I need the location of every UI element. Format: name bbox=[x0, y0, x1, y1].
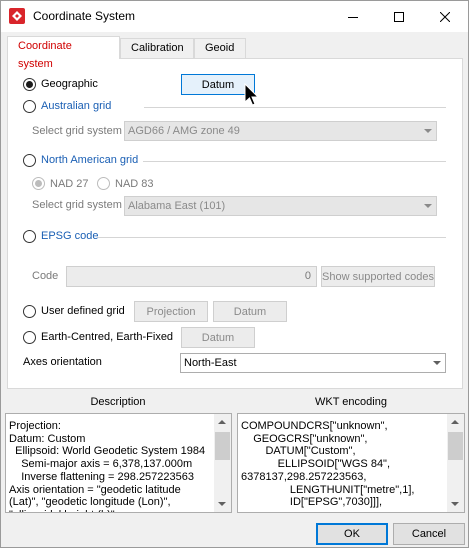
ecef-label: Earth-Centred, Earth-Fixed bbox=[41, 331, 174, 343]
epsg-code-divider bbox=[98, 237, 446, 238]
wkt-box: COMPOUNDCRS["unknown", GEOGCRS["unknown"… bbox=[237, 413, 465, 513]
tab-calibration[interactable]: Calibration bbox=[120, 38, 194, 58]
maximize-icon bbox=[394, 11, 404, 22]
tab-geoid[interactable]: Geoid bbox=[194, 38, 246, 58]
north-american-select-label: Select grid system bbox=[32, 199, 122, 211]
chevron-down-icon bbox=[424, 204, 432, 208]
epsg-code-input[interactable]: 0 bbox=[66, 266, 317, 287]
scroll-thumb[interactable] bbox=[448, 432, 463, 460]
app-logo-icon bbox=[9, 8, 25, 24]
ok-button[interactable]: OK bbox=[316, 523, 388, 545]
north-american-grid-divider bbox=[143, 161, 446, 162]
maximize-button[interactable] bbox=[376, 1, 422, 32]
australian-grid-label: Australian grid bbox=[41, 100, 112, 112]
ecef-radio[interactable] bbox=[23, 331, 36, 344]
tab-coordinate-system[interactable]: Coordinate system bbox=[7, 36, 120, 70]
title-bar: Coordinate System bbox=[1, 1, 468, 32]
geographic-label: Geographic bbox=[41, 78, 98, 90]
australian-grid-radio[interactable] bbox=[23, 100, 36, 113]
wkt-scrollbar[interactable] bbox=[447, 414, 464, 512]
window-title: Coordinate System bbox=[33, 9, 136, 23]
wkt-heading: WKT encoding bbox=[315, 396, 387, 408]
australian-grid-select-value: AGD66 / AMG zone 49 bbox=[128, 125, 240, 137]
axes-orientation-select[interactable]: North-East bbox=[180, 353, 446, 373]
close-button[interactable] bbox=[422, 1, 468, 32]
nad83-label: NAD 83 bbox=[115, 178, 154, 190]
description-box: Projection: Datum: Custom Ellipsoid: Wor… bbox=[5, 413, 232, 513]
australian-grid-divider bbox=[144, 107, 446, 108]
user-defined-datum-button[interactable]: Datum bbox=[213, 301, 287, 322]
north-american-grid-select-value: Alabama East (101) bbox=[128, 200, 226, 212]
scroll-up-icon bbox=[218, 420, 226, 424]
epsg-code-radio[interactable] bbox=[23, 230, 36, 243]
scroll-down-icon bbox=[451, 502, 459, 506]
coordinate-system-dialog: Coordinate System Coordinate system Cali… bbox=[0, 0, 469, 548]
description-scrollbar[interactable] bbox=[214, 414, 231, 512]
axes-orientation-select-value: North-East bbox=[184, 357, 237, 369]
chevron-down-icon bbox=[424, 129, 432, 133]
ecef-datum-button[interactable]: Datum bbox=[181, 327, 255, 348]
nad83-radio[interactable] bbox=[97, 177, 110, 190]
scroll-thumb[interactable] bbox=[215, 432, 230, 460]
user-defined-grid-label: User defined grid bbox=[41, 305, 125, 317]
north-american-grid-label: North American grid bbox=[41, 154, 139, 166]
north-american-grid-select[interactable]: Alabama East (101) bbox=[124, 196, 437, 216]
scroll-up-icon bbox=[451, 420, 459, 424]
minimize-button[interactable] bbox=[330, 1, 376, 32]
geographic-radio[interactable] bbox=[23, 78, 36, 91]
close-icon bbox=[440, 11, 450, 22]
australian-select-label: Select grid system bbox=[32, 125, 122, 137]
user-defined-projection-button[interactable]: Projection bbox=[134, 301, 208, 322]
nad27-radio[interactable] bbox=[32, 177, 45, 190]
epsg-code-label: EPSG code bbox=[41, 230, 99, 242]
north-american-grid-radio[interactable] bbox=[23, 154, 36, 167]
chevron-down-icon bbox=[433, 361, 441, 365]
wkt-text: COMPOUNDCRS["unknown", GEOGCRS["unknown"… bbox=[241, 420, 415, 509]
cancel-button[interactable]: Cancel bbox=[393, 523, 465, 545]
nad27-label: NAD 27 bbox=[50, 178, 89, 190]
epsg-code-field-label: Code bbox=[32, 270, 59, 282]
australian-grid-select[interactable]: AGD66 / AMG zone 49 bbox=[124, 121, 437, 141]
axes-orientation-label: Axes orientation bbox=[23, 356, 102, 368]
user-defined-grid-radio[interactable] bbox=[23, 305, 36, 318]
minimize-icon bbox=[348, 16, 358, 18]
description-text: Projection: Datum: Custom Ellipsoid: Wor… bbox=[9, 420, 206, 512]
description-heading: Description bbox=[90, 396, 146, 408]
mouse-cursor-icon bbox=[244, 83, 260, 106]
show-supported-codes-button[interactable]: Show supported codes bbox=[321, 266, 435, 287]
scroll-down-icon bbox=[218, 502, 226, 506]
